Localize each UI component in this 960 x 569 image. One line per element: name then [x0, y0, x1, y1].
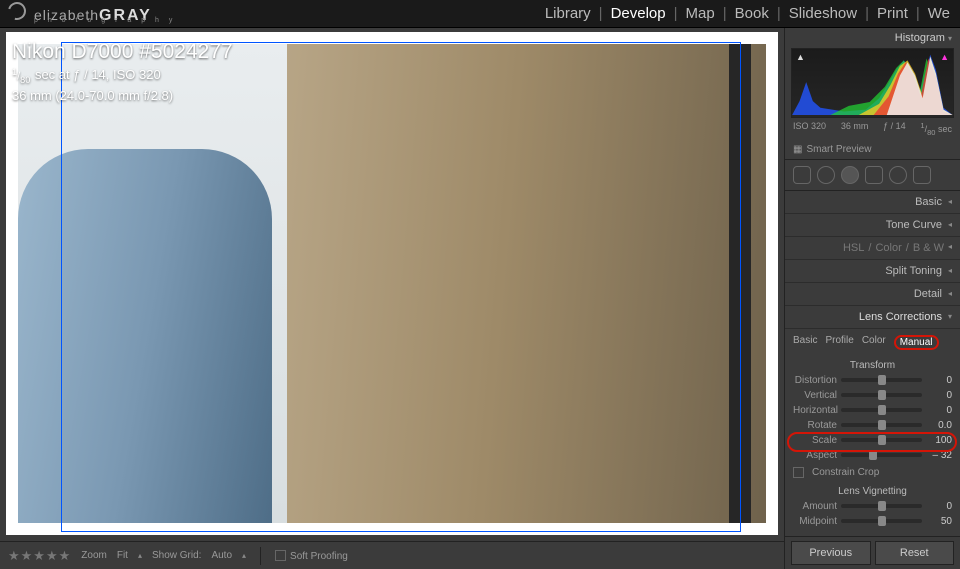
- smart-preview-icon: ▦: [793, 144, 802, 155]
- slider-thumb[interactable]: [878, 390, 886, 400]
- chevron-up-icon[interactable]: ▴: [242, 551, 246, 560]
- module-map[interactable]: Map: [684, 5, 717, 22]
- module-book[interactable]: Book: [733, 5, 771, 22]
- slider-track[interactable]: [841, 393, 922, 397]
- image-canvas[interactable]: Nikon D7000 #5024277 1/80 sec at ƒ / 14,…: [0, 28, 784, 541]
- fit-label[interactable]: Fit: [117, 550, 128, 561]
- slider-thumb[interactable]: [878, 375, 886, 385]
- slider-label: Aspect: [793, 450, 837, 461]
- lens-line: 36 mm (24.0-70.0 mm f/2.8): [12, 87, 233, 105]
- slider-track[interactable]: [841, 504, 922, 508]
- soft-proofing-toggle[interactable]: Soft Proofing: [275, 550, 348, 562]
- image: [18, 44, 766, 523]
- gradient-tool-icon[interactable]: [865, 166, 883, 184]
- develop-panel: Histogram ▾ ▲ ▲ ISO 320 36 mm ƒ / 14 1/8…: [784, 28, 960, 569]
- slider-value: 0.0: [926, 420, 952, 431]
- panel-lenscorrections[interactable]: Lens Corrections▾: [785, 306, 960, 329]
- slider-thumb[interactable]: [878, 516, 886, 526]
- slider-thumb[interactable]: [878, 501, 886, 511]
- slider-label: Amount: [793, 501, 837, 512]
- module-print[interactable]: Print: [875, 5, 910, 22]
- slider-value: – 32: [926, 450, 952, 461]
- slider-label: Midpoint: [793, 516, 837, 527]
- transform-scale[interactable]: Scale 100: [785, 433, 960, 448]
- chevron-up-icon[interactable]: ▴: [138, 551, 142, 560]
- tool-strip: [785, 159, 960, 191]
- toolstrip: ★★★★★ Zoom Fit ▴ Show Grid: Auto ▴ Soft Pr…: [0, 541, 784, 569]
- vignette-amount[interactable]: Amount 0: [785, 499, 960, 514]
- module-slideshow[interactable]: Slideshow: [787, 5, 859, 22]
- rating-stars[interactable]: ★★★★★: [8, 548, 71, 564]
- lc-tab-profile[interactable]: Profile: [825, 335, 853, 350]
- slider-thumb[interactable]: [878, 435, 886, 445]
- auto-label[interactable]: Auto: [211, 550, 232, 561]
- slider-track[interactable]: [841, 453, 922, 457]
- transform-title: Transform: [785, 356, 960, 373]
- slider-thumb[interactable]: [869, 450, 877, 460]
- constrain-crop[interactable]: Constrain Crop: [785, 463, 960, 482]
- radial-tool-icon[interactable]: [889, 166, 907, 184]
- histogram[interactable]: ▲ ▲: [791, 48, 954, 118]
- transform-aspect[interactable]: Aspect – 32: [785, 448, 960, 463]
- slider-track[interactable]: [841, 438, 922, 442]
- zoom-label[interactable]: Zoom: [81, 550, 107, 561]
- lc-tab-color[interactable]: Color: [862, 335, 886, 350]
- panel-tonecurve[interactable]: Tone Curve◂: [785, 214, 960, 237]
- spot-tool-icon[interactable]: [817, 166, 835, 184]
- transform-distortion[interactable]: Distortion 0: [785, 373, 960, 388]
- slider-label: Distortion: [793, 375, 837, 386]
- slider-track[interactable]: [841, 519, 922, 523]
- previous-button[interactable]: Previous: [791, 541, 871, 565]
- slider-label: Rotate: [793, 420, 837, 431]
- slider-value: 0: [926, 390, 952, 401]
- slider-label: Scale: [793, 435, 837, 446]
- slider-value: 100: [926, 435, 952, 446]
- slider-value: 0: [926, 375, 952, 386]
- slider-value: 0: [926, 501, 952, 512]
- image-frame: [6, 32, 778, 535]
- transform-rotate[interactable]: Rotate 0.0: [785, 418, 960, 433]
- panel-hsl[interactable]: HSL/Color/B & W◂: [785, 237, 960, 260]
- showgrid-label: Show Grid:: [152, 550, 201, 561]
- aperture-icon: [5, 0, 30, 23]
- module-develop[interactable]: Develop: [609, 5, 668, 22]
- transform-vertical[interactable]: Vertical 0: [785, 388, 960, 403]
- slider-track[interactable]: [841, 423, 922, 427]
- brand-sub: p h o t o g r a p h y: [34, 17, 176, 24]
- chevron-down-icon: ▾: [948, 34, 952, 43]
- brush-tool-icon[interactable]: [913, 166, 931, 184]
- slider-value: 50: [926, 516, 952, 527]
- vignette-title: Lens Vignetting: [785, 482, 960, 499]
- reset-button[interactable]: Reset: [875, 541, 955, 565]
- panel-basic[interactable]: Basic◂: [785, 191, 960, 214]
- lc-tab-manual[interactable]: Manual: [894, 335, 939, 350]
- module-library[interactable]: Library: [543, 5, 593, 22]
- camera-name: Nikon D7000 #5024277: [12, 38, 233, 66]
- histogram-header[interactable]: Histogram ▾: [785, 28, 960, 48]
- panel-splittoning[interactable]: Split Toning◂: [785, 260, 960, 283]
- slider-thumb[interactable]: [878, 405, 886, 415]
- panel-detail[interactable]: Detail◂: [785, 283, 960, 306]
- slider-track[interactable]: [841, 378, 922, 382]
- slider-thumb[interactable]: [878, 420, 886, 430]
- vignette-midpoint[interactable]: Midpoint 50: [785, 514, 960, 529]
- brand-logo: elizabethGRAY p h o t o g r a p h y: [8, 2, 152, 25]
- transform-horizontal[interactable]: Horizontal 0: [785, 403, 960, 418]
- smart-preview: ▦Smart Preview: [785, 140, 960, 159]
- slider-label: Horizontal: [793, 405, 837, 416]
- slider-track[interactable]: [841, 408, 922, 412]
- slider-value: 0: [926, 405, 952, 416]
- lens-correction-tabs: Basic Profile Color Manual: [785, 329, 960, 356]
- slider-label: Vertical: [793, 390, 837, 401]
- module-web[interactable]: We: [926, 5, 952, 22]
- crop-tool-icon[interactable]: [793, 166, 811, 184]
- exposure-line: 1/80 sec at ƒ / 14, ISO 320: [12, 66, 233, 86]
- redeye-tool-icon[interactable]: [841, 166, 859, 184]
- lc-tab-basic[interactable]: Basic: [793, 335, 817, 350]
- histogram-footer: ISO 320 36 mm ƒ / 14 1/80 sec: [785, 118, 960, 140]
- module-picker: Library| Develop| Map| Book| Slideshow| …: [543, 5, 952, 22]
- image-info-overlay: Nikon D7000 #5024277 1/80 sec at ƒ / 14,…: [12, 38, 233, 104]
